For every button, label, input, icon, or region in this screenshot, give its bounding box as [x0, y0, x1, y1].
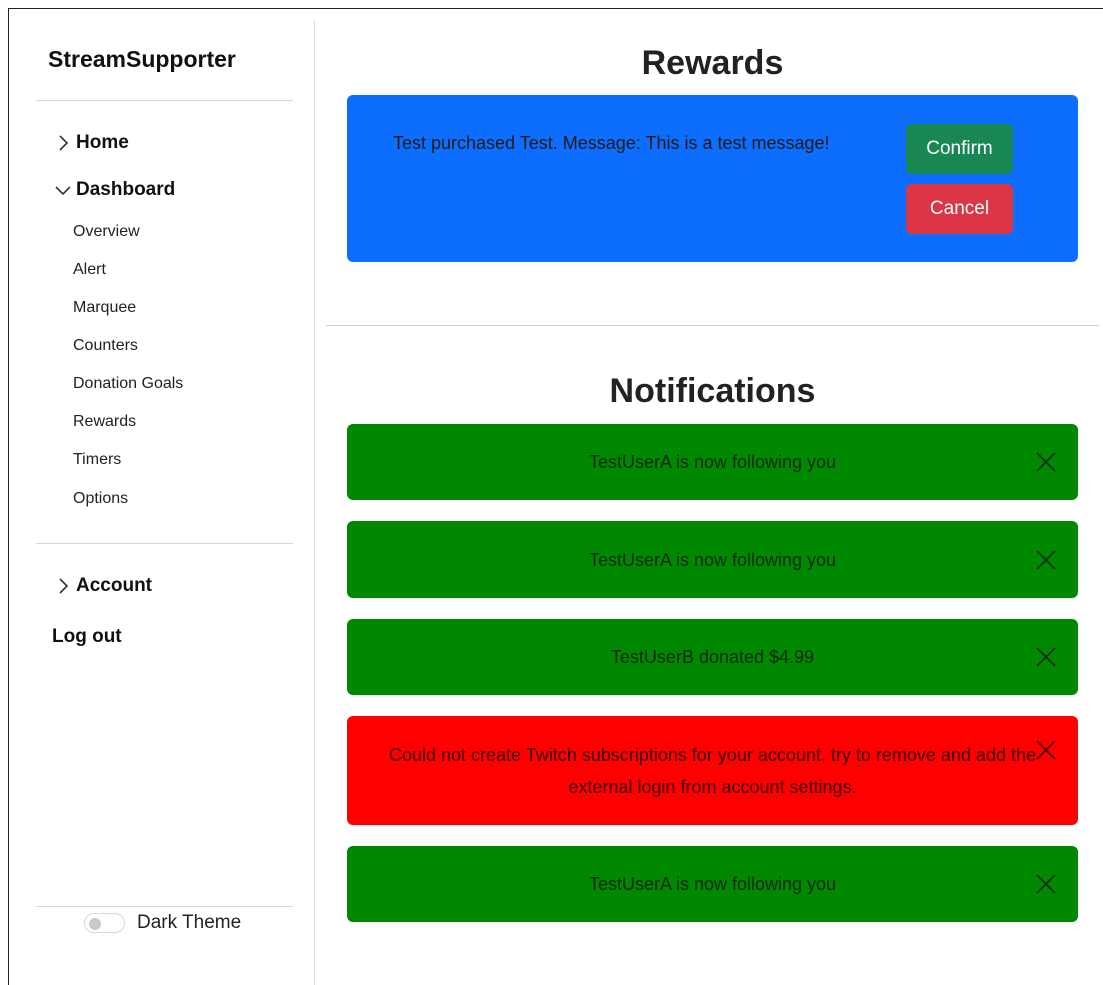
dark-theme-label: Dark Theme: [137, 912, 242, 933]
notification-item: TestUserA is now following you: [347, 521, 1078, 598]
notification-text: TestUserA is now following you: [588, 549, 837, 570]
brand-title[interactable]: StreamSupporter: [48, 46, 236, 73]
notification-item: TestUserA is now following you: [347, 846, 1078, 922]
notification-item: Could not create Twitch subscriptions fo…: [347, 716, 1078, 825]
sidebar-item-label: Dashboard: [76, 179, 176, 200]
close-icon[interactable]: [1034, 872, 1058, 896]
sidebar-divider: [36, 543, 293, 544]
close-icon[interactable]: [1034, 548, 1058, 572]
sidebar: StreamSupporter Home Dashboard Overview …: [8, 20, 315, 985]
sidebar-item-timers[interactable]: Timers: [73, 451, 121, 469]
confirm-button[interactable]: Confirm: [906, 124, 1013, 174]
sidebar-item-account[interactable]: Account: [52, 575, 152, 597]
notification-text: Could not create Twitch subscriptions fo…: [388, 744, 1036, 797]
chevron-down-icon: [52, 179, 74, 201]
reward-message: Test purchased Test. Message: This is a …: [393, 133, 830, 153]
sidebar-divider: [36, 906, 293, 907]
section-divider: [326, 325, 1099, 326]
theme-toggle-row: Dark Theme: [84, 912, 241, 934]
sidebar-item-dashboard[interactable]: Dashboard: [52, 179, 175, 201]
sidebar-item-options[interactable]: Options: [73, 490, 128, 508]
toggle-knob: [89, 918, 101, 930]
sidebar-item-rewards[interactable]: Rewards: [73, 413, 136, 431]
sidebar-item-counters[interactable]: Counters: [73, 337, 138, 355]
sidebar-item-donation-goals[interactable]: Donation Goals: [73, 375, 183, 393]
reward-card: Test purchased Test. Message: This is a …: [347, 95, 1078, 262]
notification-text: TestUserA is now following you: [588, 874, 837, 894]
chevron-right-icon: [52, 132, 74, 154]
sidebar-item-overview[interactable]: Overview: [73, 223, 140, 241]
close-icon[interactable]: [1034, 738, 1058, 762]
notification-item: TestUserB donated $4.99: [347, 619, 1078, 695]
sidebar-item-alert[interactable]: Alert: [73, 261, 106, 279]
sidebar-item-label: Home: [76, 132, 129, 153]
cancel-button[interactable]: Cancel: [906, 184, 1013, 234]
sidebar-item-marquee[interactable]: Marquee: [73, 299, 136, 317]
close-icon[interactable]: [1034, 450, 1058, 474]
close-icon[interactable]: [1034, 645, 1058, 669]
sidebar-item-label: Account: [76, 575, 152, 596]
logout-link[interactable]: Log out: [52, 626, 122, 648]
sidebar-divider: [36, 100, 293, 101]
notification-item: TestUserA is now following you: [347, 424, 1078, 500]
chevron-right-icon: [52, 575, 74, 597]
notifications-title: Notifications: [609, 372, 816, 410]
notification-text: TestUserB donated $4.99: [610, 647, 815, 667]
notification-text: TestUserA is now following you: [588, 452, 837, 472]
rewards-title: Rewards: [641, 44, 784, 82]
dark-theme-toggle[interactable]: [84, 913, 125, 933]
sidebar-item-home[interactable]: Home: [52, 132, 129, 154]
